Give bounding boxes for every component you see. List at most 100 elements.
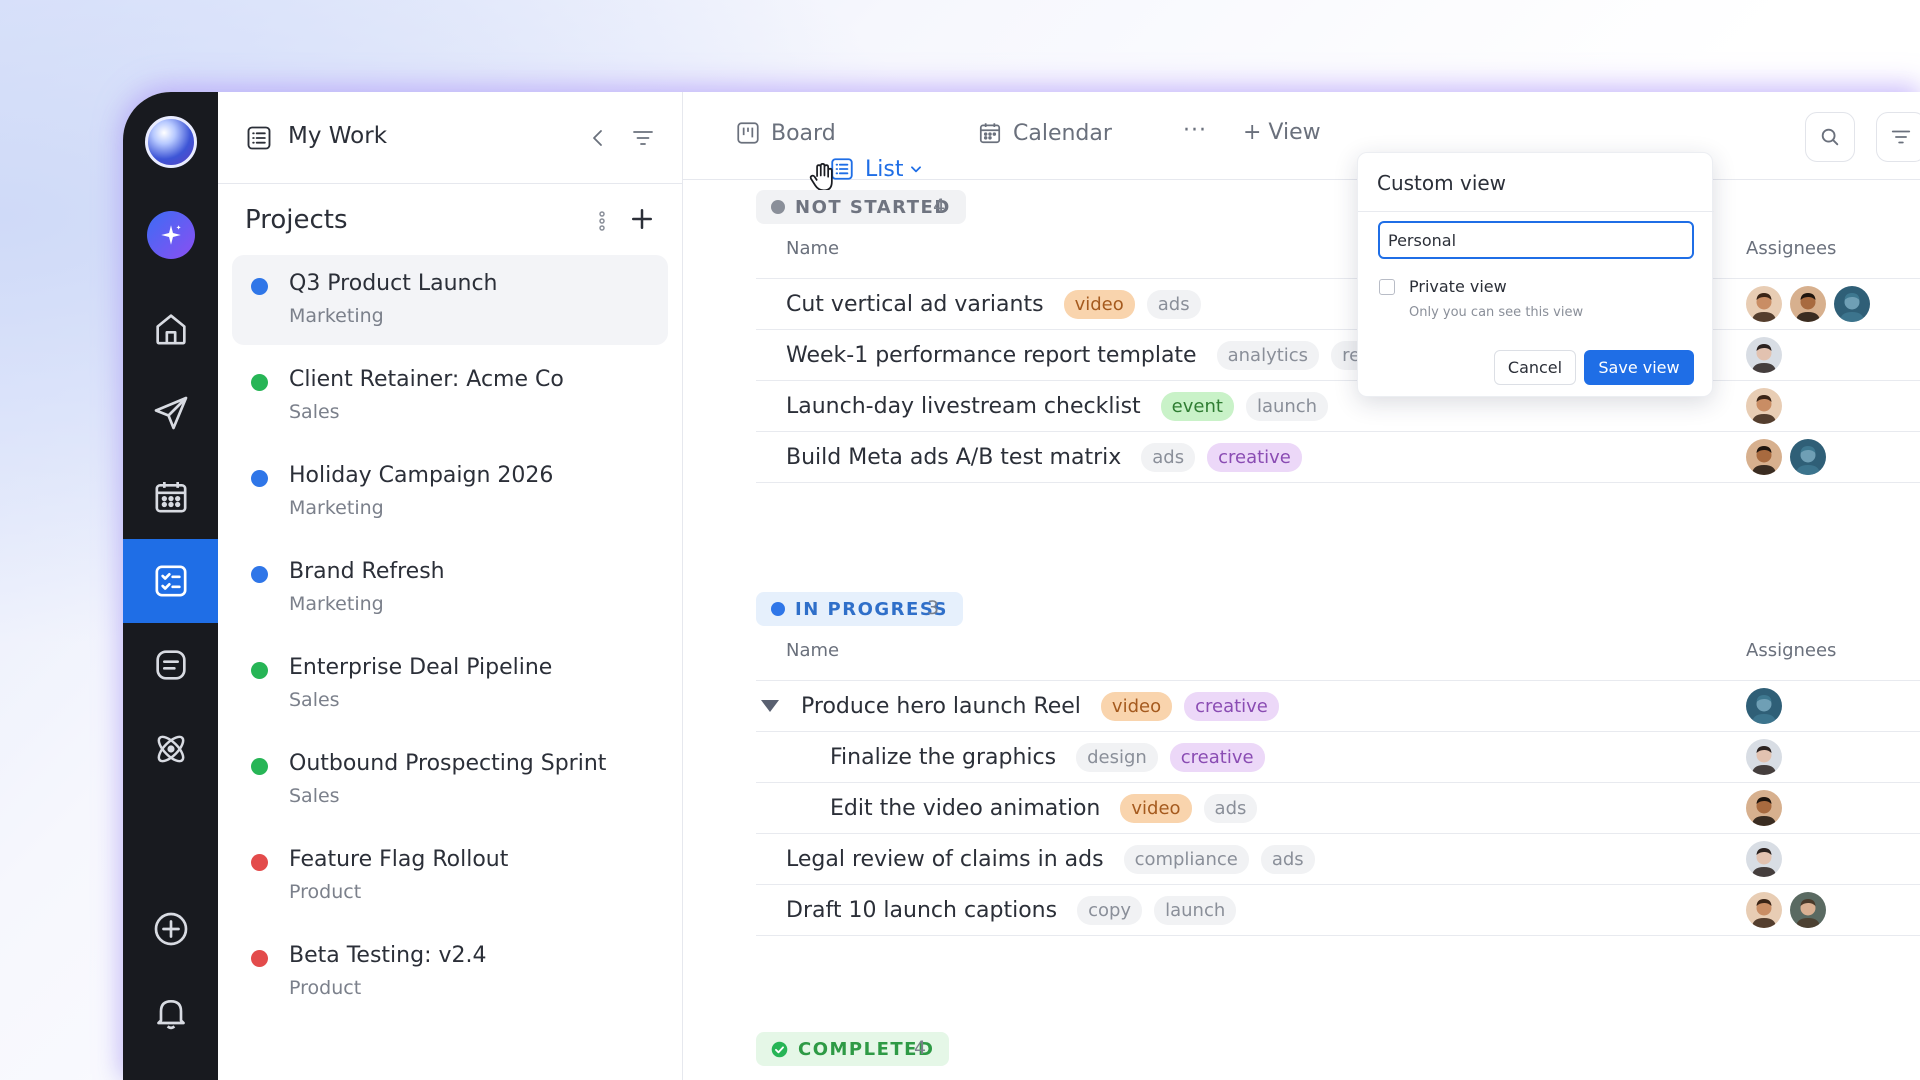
tag-chip[interactable]: analytics bbox=[1216, 340, 1320, 370]
project-item[interactable]: Q3 Product Launch Marketing bbox=[232, 255, 668, 345]
tag-chip[interactable]: creative bbox=[1184, 691, 1279, 721]
assignee-avatars bbox=[1744, 890, 1828, 930]
more-vertical-icon[interactable] bbox=[592, 206, 612, 236]
view-name-input[interactable] bbox=[1378, 221, 1694, 259]
tab-list[interactable]: List bbox=[829, 156, 923, 182]
rail-my-work[interactable] bbox=[123, 539, 218, 623]
column-header-assignees[interactable]: Assignees bbox=[1746, 640, 1836, 661]
project-item[interactable]: Brand Refresh Marketing bbox=[232, 543, 668, 633]
project-item[interactable]: Feature Flag Rollout Product bbox=[232, 831, 668, 921]
filter-icon[interactable] bbox=[630, 126, 656, 150]
project-name: Brand Refresh bbox=[289, 559, 445, 584]
task-row[interactable]: Legal review of claims in ads compliance a… bbox=[786, 843, 1315, 875]
project-color-dot bbox=[251, 566, 268, 583]
column-header-name[interactable]: Name bbox=[786, 238, 839, 259]
task-name[interactable]: Produce hero launch Reel bbox=[801, 694, 1081, 719]
task-name[interactable]: Edit the video animation bbox=[830, 796, 1100, 821]
task-name[interactable]: Launch-day livestream checklist bbox=[786, 394, 1141, 419]
tag-chip[interactable]: compliance bbox=[1123, 844, 1249, 874]
assignee-avatars bbox=[1744, 335, 1784, 375]
project-item[interactable]: Holiday Campaign 2026 Marketing bbox=[232, 447, 668, 537]
project-item[interactable]: Enterprise Deal Pipeline Sales bbox=[232, 639, 668, 729]
add-view-button[interactable]: + View bbox=[1243, 120, 1321, 145]
rail-inbox[interactable] bbox=[123, 623, 218, 707]
tag-chip[interactable]: video bbox=[1063, 289, 1135, 319]
project-item[interactable]: Beta Testing: v2.4 Product bbox=[232, 927, 668, 1017]
chevron-left-icon[interactable] bbox=[586, 126, 610, 150]
rail-notifications[interactable] bbox=[123, 971, 218, 1055]
task-row[interactable]: Edit the video animation video ads bbox=[830, 792, 1258, 824]
task-name[interactable]: Legal review of claims in ads bbox=[786, 847, 1104, 872]
tag-chip[interactable]: copy bbox=[1077, 895, 1143, 925]
task-row[interactable]: Week-1 performance report template analyt… bbox=[786, 339, 1436, 371]
more-views-button[interactable]: ··· bbox=[1183, 118, 1207, 143]
rail-home[interactable] bbox=[123, 287, 218, 371]
avatar[interactable] bbox=[1744, 890, 1784, 930]
task-row[interactable]: Finalize the graphics design creative bbox=[830, 741, 1265, 773]
task-row[interactable]: Produce hero launch Reel video creative bbox=[761, 690, 1279, 722]
avatar[interactable] bbox=[1744, 686, 1784, 726]
tag-chip[interactable]: creative bbox=[1207, 442, 1302, 472]
plus-circle-icon bbox=[154, 912, 187, 946]
task-row[interactable]: Launch-day livestream checklist event laun… bbox=[786, 390, 1329, 422]
tag-chip[interactable]: launch bbox=[1154, 895, 1237, 925]
project-name: Beta Testing: v2.4 bbox=[289, 943, 487, 968]
rail-send[interactable] bbox=[123, 371, 218, 455]
search-button[interactable] bbox=[1805, 112, 1855, 162]
avatar[interactable] bbox=[1744, 839, 1784, 879]
calendar-icon bbox=[979, 123, 1001, 144]
avatar[interactable] bbox=[1744, 437, 1784, 477]
task-name[interactable]: Week-1 performance report template bbox=[786, 343, 1197, 368]
task-row[interactable]: Draft 10 launch captions copy launch bbox=[786, 894, 1237, 926]
avatar[interactable] bbox=[1744, 284, 1784, 324]
calendar-icon bbox=[155, 482, 186, 513]
add-project-icon[interactable] bbox=[627, 204, 657, 234]
tag-chip[interactable]: event bbox=[1160, 391, 1234, 421]
avatar[interactable] bbox=[1788, 437, 1828, 477]
private-view-checkbox[interactable] bbox=[1379, 279, 1395, 295]
tag-chip[interactable]: ads bbox=[1141, 442, 1196, 472]
project-color-dot bbox=[251, 950, 268, 967]
rail-integrations[interactable] bbox=[123, 707, 218, 791]
project-team: Product bbox=[289, 881, 362, 903]
filter-button[interactable] bbox=[1876, 112, 1920, 162]
private-view-label: Private view bbox=[1409, 277, 1507, 296]
avatar[interactable] bbox=[1744, 335, 1784, 375]
avatar[interactable] bbox=[1832, 284, 1872, 324]
tab-calendar[interactable]: Calendar bbox=[977, 120, 1112, 146]
project-item[interactable]: Client Retainer: Acme Co Sales bbox=[232, 351, 668, 441]
save-view-button[interactable]: Save view bbox=[1584, 350, 1694, 385]
task-name[interactable]: Cut vertical ad variants bbox=[786, 292, 1044, 317]
tag-chip[interactable]: video bbox=[1120, 793, 1192, 823]
tag-chip[interactable]: video bbox=[1100, 691, 1173, 721]
rail-calendar[interactable] bbox=[123, 455, 218, 539]
task-name[interactable]: Finalize the graphics bbox=[830, 745, 1056, 770]
cancel-button[interactable]: Cancel bbox=[1494, 350, 1576, 385]
expand-caret-icon[interactable] bbox=[761, 700, 779, 712]
tag-chip[interactable]: ads bbox=[1260, 844, 1315, 874]
tag-chip[interactable]: ads bbox=[1146, 289, 1201, 319]
avatar[interactable] bbox=[1788, 890, 1828, 930]
ai-sparkle-button[interactable] bbox=[147, 211, 195, 259]
avatar[interactable] bbox=[1744, 737, 1784, 777]
task-row[interactable]: Cut vertical ad variants video ads bbox=[786, 288, 1201, 320]
tag-chip[interactable]: launch bbox=[1245, 391, 1329, 421]
task-name[interactable]: Build Meta ads A/B test matrix bbox=[786, 445, 1121, 470]
avatar[interactable] bbox=[1744, 788, 1784, 828]
row-divider bbox=[756, 935, 1920, 936]
rail-add[interactable] bbox=[123, 887, 218, 971]
column-header-name[interactable]: Name bbox=[786, 640, 839, 661]
avatar[interactable] bbox=[1788, 284, 1828, 324]
project-item[interactable]: Outbound Prospecting Sprint Sales bbox=[232, 735, 668, 825]
tag-chip[interactable]: creative bbox=[1169, 742, 1265, 772]
task-row[interactable]: Build Meta ads A/B test matrix ads creativ… bbox=[786, 441, 1302, 473]
tag-chip[interactable]: design bbox=[1076, 742, 1158, 772]
column-header-assignees[interactable]: Assignees bbox=[1746, 238, 1836, 259]
tab-board[interactable]: Board bbox=[735, 120, 836, 146]
status-label: IN PROGRESS bbox=[795, 598, 948, 620]
avatar[interactable] bbox=[1744, 386, 1784, 426]
workspace-logo[interactable] bbox=[145, 116, 197, 168]
task-name[interactable]: Draft 10 launch captions bbox=[786, 898, 1057, 923]
tag-chip[interactable]: ads bbox=[1203, 793, 1258, 823]
project-color-dot bbox=[251, 374, 268, 391]
